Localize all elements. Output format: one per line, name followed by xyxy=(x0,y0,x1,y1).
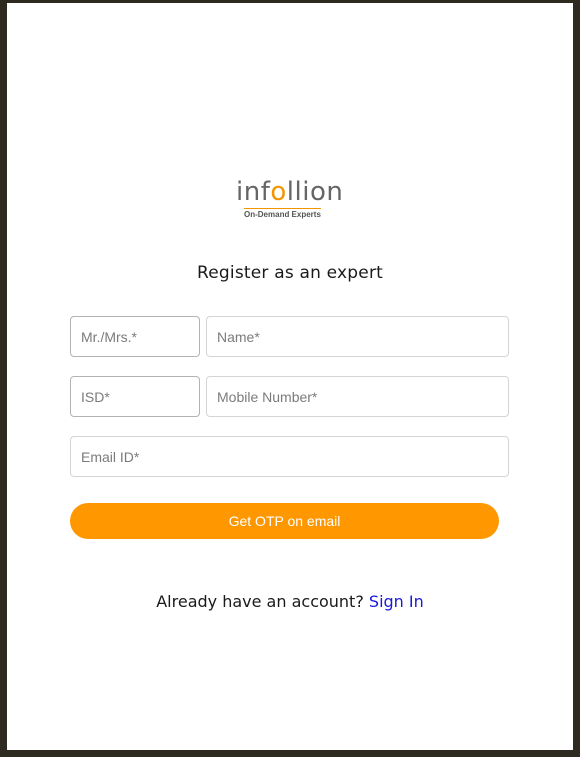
isd-field[interactable] xyxy=(70,376,200,417)
sign-in-link[interactable]: Sign In xyxy=(369,592,424,611)
logo-tagline: On-Demand Experts xyxy=(244,208,321,219)
signin-prompt: Already have an account? Sign In xyxy=(7,592,573,611)
salutation-field[interactable] xyxy=(70,316,200,357)
name-field[interactable] xyxy=(206,316,509,357)
logo-word-start: inf xyxy=(236,177,271,207)
registration-panel: infollion On-Demand Experts Register as … xyxy=(7,3,573,750)
page-title: Register as an expert xyxy=(197,263,383,283)
logo-word-end: llion xyxy=(286,177,344,207)
mobile-number-field[interactable] xyxy=(206,376,509,417)
logo-wordmark: infollion xyxy=(236,177,343,207)
logo-word-o: o xyxy=(270,177,287,207)
signin-prompt-text: Already have an account? xyxy=(156,592,364,611)
get-otp-button[interactable]: Get OTP on email xyxy=(70,503,499,539)
email-field[interactable] xyxy=(70,436,509,477)
infollion-logo: infollion On-Demand Experts xyxy=(236,177,350,221)
